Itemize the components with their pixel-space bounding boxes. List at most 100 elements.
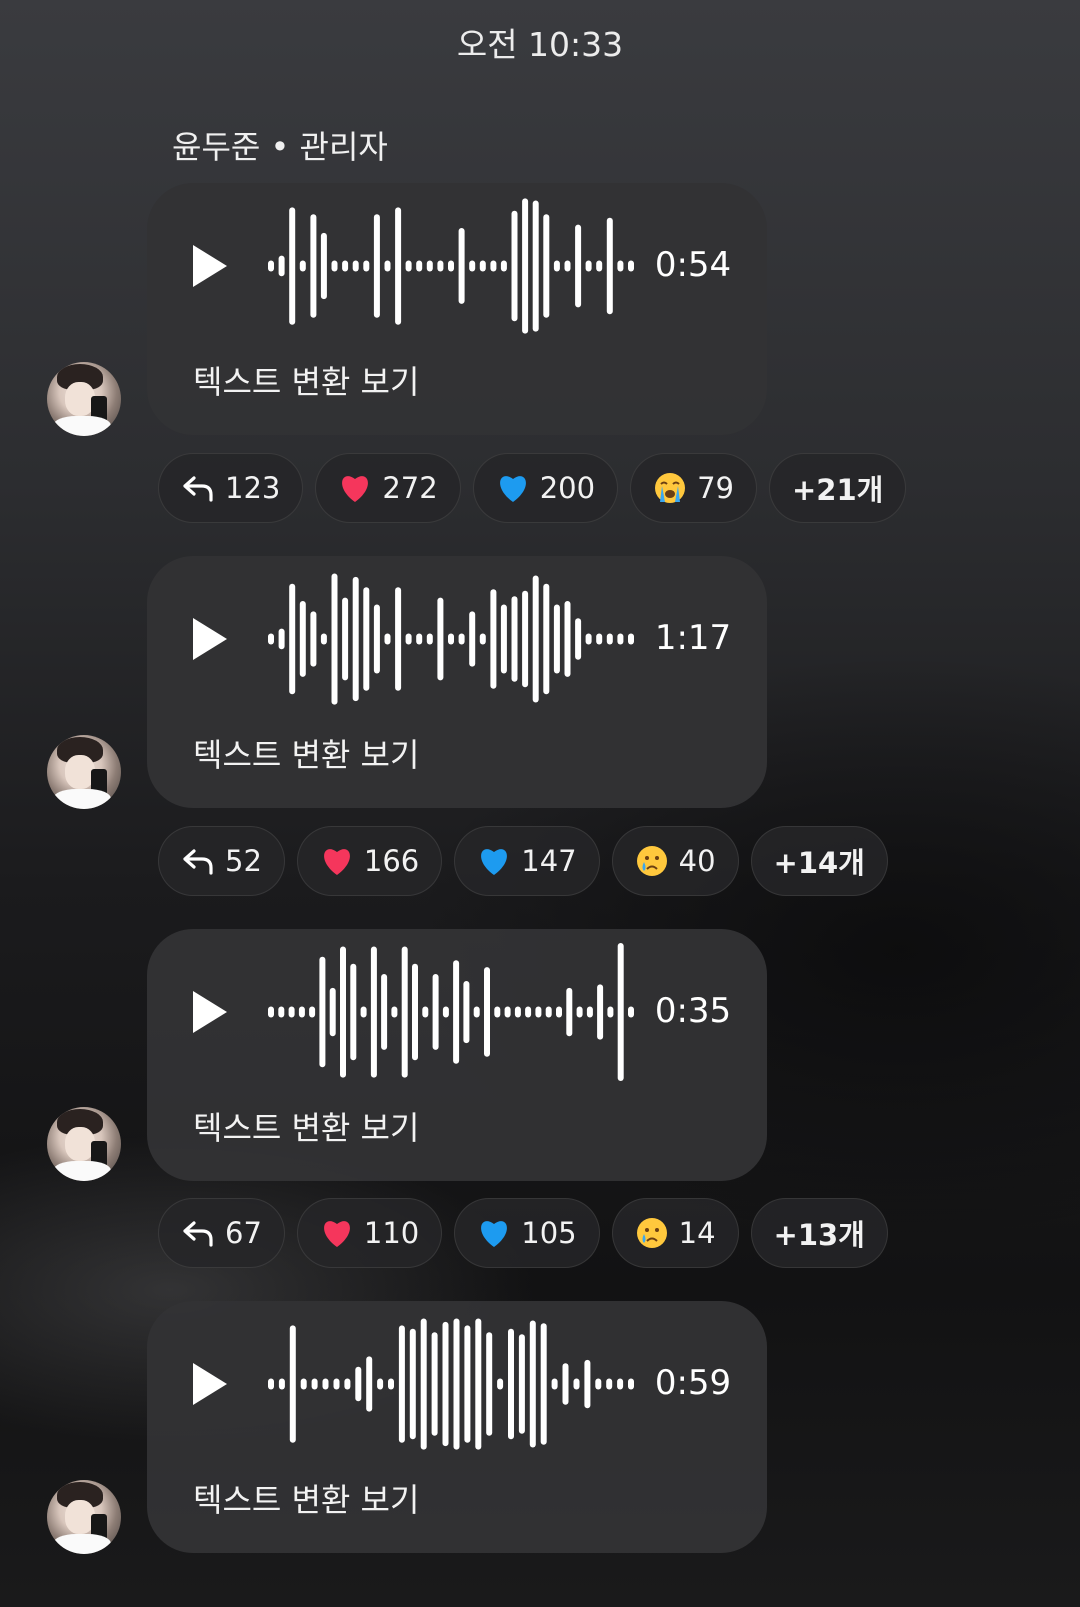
waveform-bar	[508, 1328, 514, 1440]
waveform-bar	[543, 214, 550, 318]
waveform[interactable]	[267, 566, 635, 712]
reaction-chip-crying[interactable]: 40	[611, 826, 739, 896]
reaction-chip-loudly-crying[interactable]: 79	[630, 453, 757, 523]
play-icon[interactable]	[193, 1363, 227, 1405]
transcribe-button[interactable]: 텍스트 변환 보기	[193, 730, 419, 776]
reply-chip[interactable]: 67	[158, 1198, 285, 1268]
waveform-bar	[486, 1332, 493, 1436]
waveform-bar	[500, 604, 507, 674]
more-reactions-button[interactable]: +21개	[768, 453, 907, 523]
waveform-bar	[370, 946, 377, 1078]
transcribe-button[interactable]: 텍스트 변환 보기	[193, 1103, 419, 1149]
reaction-chip-red-heart[interactable]: 166	[296, 826, 443, 896]
blue-heart-icon	[481, 849, 508, 875]
waveform-bar	[355, 1366, 362, 1402]
waveform-bar	[319, 956, 326, 1068]
play-icon[interactable]	[193, 245, 227, 287]
waveform-bar	[289, 207, 296, 325]
waveform-bar	[320, 232, 327, 300]
waveform-bar	[344, 1378, 351, 1390]
waveform-bar	[363, 587, 370, 691]
waveform-bar	[289, 583, 296, 695]
reply-chip[interactable]: 52	[158, 826, 285, 896]
transcribe-button[interactable]: 텍스트 변환 보기	[193, 357, 419, 403]
reaction-bar: 67 110 105 14 +13개	[158, 1198, 900, 1270]
waveform-bar	[363, 260, 370, 272]
waveform-bar	[458, 633, 465, 645]
waveform-bar	[309, 1006, 316, 1018]
waveform-bar	[329, 987, 336, 1037]
waveform[interactable]	[267, 939, 635, 1085]
waveform-bar	[469, 260, 476, 272]
waveform-bar	[405, 633, 412, 645]
waveform-bar	[585, 633, 592, 645]
waveform-bar	[268, 260, 274, 272]
voice-message[interactable]: 0:54 텍스트 변환 보기	[147, 183, 767, 435]
waveform-bar	[268, 1006, 274, 1018]
waveform-bar	[562, 1363, 569, 1405]
reply-chip[interactable]: 123	[158, 453, 304, 523]
waveform-bar	[384, 260, 391, 272]
reaction-chip-blue-heart[interactable]: 147	[454, 826, 600, 896]
waveform-bar	[617, 633, 624, 645]
sender-name[interactable]: 윤두준 • 관리자	[172, 122, 388, 168]
play-icon[interactable]	[193, 618, 227, 660]
voice-duration: 0:54	[654, 245, 732, 285]
waveform[interactable]	[267, 193, 635, 339]
reaction-chip-blue-heart[interactable]: 200	[472, 453, 619, 523]
reaction-chip-blue-heart[interactable]: 105	[454, 1198, 600, 1268]
red-heart-icon	[323, 849, 350, 875]
waveform-bar	[432, 974, 439, 1050]
reaction-chip-crying[interactable]: 14	[611, 1198, 739, 1268]
waveform-bar	[289, 1325, 296, 1443]
waveform-bar	[288, 1006, 295, 1018]
reaction-bar: 123 272 200 79 +21개	[158, 453, 918, 525]
voice-message[interactable]: 0:59 텍스트 변환 보기	[147, 1301, 767, 1553]
reply-count: 67	[225, 1216, 262, 1250]
waveform-bar	[606, 1378, 613, 1390]
waveform-bar	[350, 963, 357, 1061]
waveform-bar	[584, 1359, 591, 1409]
reaction-chip-red-heart[interactable]: 110	[296, 1198, 443, 1268]
waveform-bar	[342, 260, 349, 272]
waveform-bar	[553, 260, 560, 272]
waveform-bar	[299, 601, 306, 677]
reaction-chip-red-heart[interactable]: 272	[315, 453, 461, 523]
transcribe-button[interactable]: 텍스트 변환 보기	[193, 1475, 419, 1521]
waveform-bar	[448, 633, 454, 645]
voice-message[interactable]: 1:17 텍스트 변환 보기	[147, 556, 767, 808]
waveform-bar	[586, 1006, 593, 1018]
waveform-bar	[504, 1006, 511, 1018]
waveform-bar	[606, 217, 613, 315]
more-reactions-button[interactable]: +14개	[750, 826, 888, 896]
avatar[interactable]	[47, 1480, 121, 1554]
waveform-bar	[494, 1006, 501, 1018]
waveform[interactable]	[267, 1311, 635, 1457]
waveform-bar	[553, 604, 560, 674]
avatar[interactable]	[47, 362, 121, 436]
waveform-bar	[529, 1320, 536, 1448]
waveform-bar	[373, 214, 380, 318]
waveform-bar	[479, 260, 486, 272]
waveform-bar	[628, 1378, 634, 1390]
waveform-bar	[405, 260, 412, 272]
reply-icon	[183, 849, 213, 875]
waveform-bar	[366, 1356, 373, 1412]
voice-message[interactable]: 0:35 텍스트 변환 보기	[147, 929, 767, 1181]
waveform-bar	[458, 228, 465, 304]
waveform-bar	[484, 967, 490, 1057]
play-icon[interactable]	[193, 991, 227, 1033]
voice-duration: 1:17	[654, 618, 732, 658]
waveform-bar	[426, 260, 433, 272]
blue-heart-icon	[481, 1221, 508, 1247]
waveform-bar	[395, 587, 402, 691]
waveform-bar	[391, 1006, 398, 1018]
waveform-bar	[333, 1378, 340, 1390]
reaction-count: 40	[678, 844, 716, 878]
more-reactions-button[interactable]: +13개	[750, 1198, 888, 1268]
red-heart-icon	[342, 476, 369, 502]
waveform-bar	[416, 260, 423, 272]
waveform-bar	[331, 260, 338, 272]
avatar[interactable]	[47, 1107, 121, 1181]
avatar[interactable]	[47, 735, 121, 809]
